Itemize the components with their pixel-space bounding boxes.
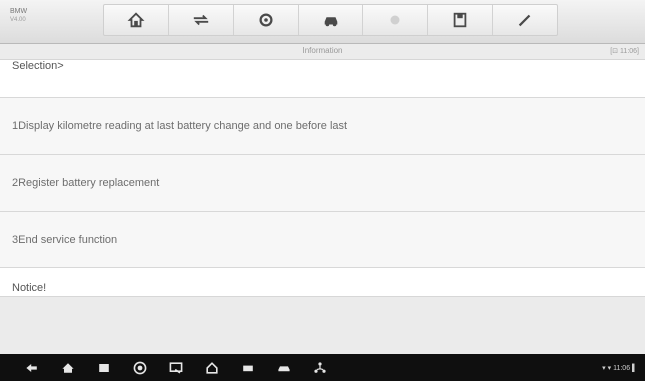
chrome-button[interactable] <box>122 359 158 377</box>
subheader: Information [⊡ 11:06] <box>0 44 645 60</box>
brand-version: V4.00 <box>10 17 26 23</box>
page-title: Information <box>302 46 343 55</box>
dtc-icon <box>278 365 290 371</box>
home-icon <box>127 12 145 28</box>
toolbar <box>103 4 558 36</box>
selection-label: Selection> <box>12 60 64 72</box>
car-button[interactable] <box>299 5 364 35</box>
save-button[interactable] <box>428 5 494 35</box>
settings-icon <box>259 13 273 27</box>
home-icon <box>62 362 74 373</box>
pen-icon <box>518 14 531 27</box>
system-status: ▾ ▾ 11:06 ▌ <box>602 364 637 372</box>
notice-label: Notice! <box>12 282 47 294</box>
footer-area <box>0 296 645 354</box>
car-scan-button[interactable] <box>230 359 266 377</box>
pen-button[interactable] <box>493 5 557 35</box>
nav-icons <box>14 359 338 377</box>
brand-name: BMW <box>10 8 28 15</box>
screen-icon <box>169 361 183 373</box>
android-navbar: ▾ ▾ 11:06 ▌ <box>0 354 645 381</box>
network-icon <box>314 361 326 373</box>
option-end-service[interactable]: 3End service function <box>0 211 645 268</box>
option-label: 2Register battery replacement <box>12 177 160 189</box>
home-alt-button[interactable] <box>194 359 230 377</box>
option-label: 3End service function <box>12 233 118 246</box>
vehicle-swap-button[interactable] <box>169 5 234 35</box>
car-scan-icon <box>243 365 253 371</box>
home-alt-icon <box>206 361 218 374</box>
header-status: [⊡ 11:06] <box>610 48 639 55</box>
top-bar: BMW V4.00 <box>0 0 645 44</box>
car-icon <box>324 17 337 27</box>
content-area: Selection> 1Display kilometre reading at… <box>0 60 645 296</box>
save-icon <box>453 12 467 28</box>
network-button[interactable] <box>302 359 338 377</box>
option-label: 1Display kilometre reading at last batte… <box>12 120 348 132</box>
back-icon <box>26 363 37 372</box>
home-nav-button[interactable] <box>50 359 86 377</box>
option-register-battery[interactable]: 2Register battery replacement <box>0 154 645 211</box>
brand-label: BMW V4.00 <box>10 7 70 35</box>
vehicle-swap-icon <box>193 14 208 26</box>
record-icon <box>390 15 400 25</box>
back-button[interactable] <box>14 359 50 377</box>
record-button[interactable] <box>363 5 429 35</box>
settings-button[interactable] <box>234 5 299 35</box>
chrome-icon <box>133 361 147 374</box>
recent-apps-icon <box>99 363 109 372</box>
option-display-km-reading[interactable]: 1Display kilometre reading at last batte… <box>0 97 645 154</box>
screen-button[interactable] <box>158 359 194 377</box>
dtc-button[interactable] <box>266 359 302 377</box>
home-button[interactable] <box>104 5 169 35</box>
recent-apps-button[interactable] <box>86 359 122 377</box>
